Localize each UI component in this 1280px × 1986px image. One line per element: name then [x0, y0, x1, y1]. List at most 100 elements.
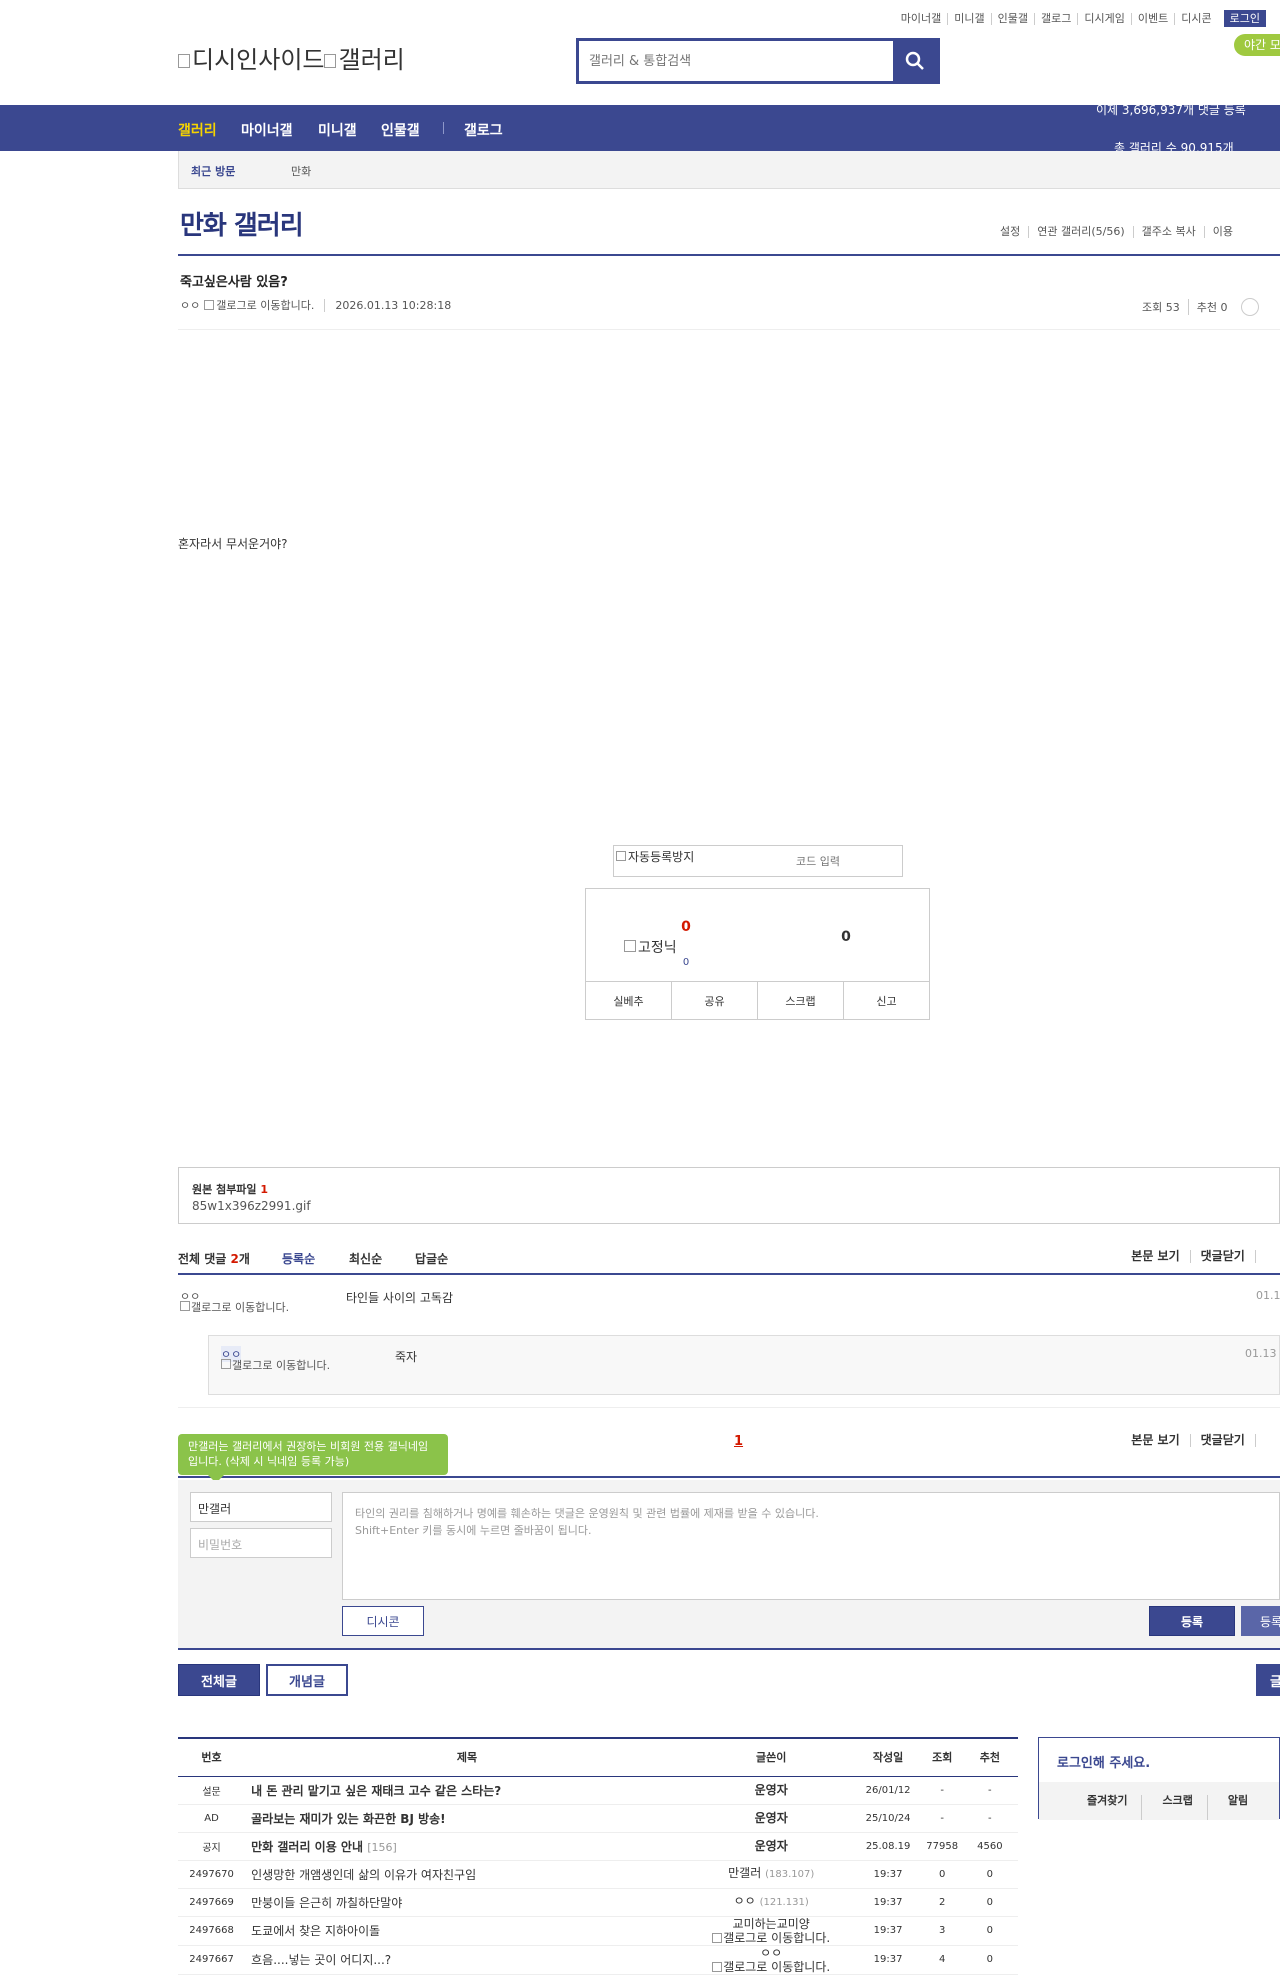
- view-body-link[interactable]: 본문 보기: [1121, 1250, 1189, 1263]
- comment-submit-recommend-button[interactable]: 등록: [1241, 1606, 1280, 1636]
- write-post-button[interactable]: 글: [1256, 1664, 1280, 1696]
- share-button[interactable]: 공유: [671, 982, 757, 1019]
- scrap-button[interactable]: 스크랩: [757, 982, 843, 1019]
- all-posts-button[interactable]: 전체글: [178, 1664, 260, 1696]
- attachment-file[interactable]: 85w1x396z2991.gif: [192, 1199, 311, 1213]
- top-menu-dccon[interactable]: 디시콘: [1174, 12, 1217, 25]
- table-row[interactable]: 설문 내 돈 관리 맡기고 싶은 재태크 고수 같은 스타는? 운영자 26/0…: [178, 1776, 1018, 1805]
- recent-visit-label[interactable]: 최근 방문: [191, 163, 235, 179]
- password-field[interactable]: 비밀번호: [190, 1528, 332, 1558]
- row-title[interactable]: 흐음....넣는 곳이 어디지...?: [245, 1945, 689, 1975]
- related-gallery-link[interactable]: 연관 갤러리(5/56): [1028, 226, 1132, 238]
- gallog-link[interactable]: 갤로그로 이동합니다.: [216, 297, 314, 313]
- row-recommend: 0: [961, 1860, 1018, 1889]
- writer-gallog[interactable]: 갤로그로 이동합니다.: [723, 1960, 830, 1974]
- gnb-mini[interactable]: 미니갤: [318, 120, 357, 140]
- table-row[interactable]: 공지 만화 갤러리 이용 안내 [156] 운영자 25.08.19 77958…: [178, 1832, 1018, 1861]
- writer-gallog[interactable]: 갤로그로 이동합니다.: [723, 1931, 830, 1945]
- best-recommend-button[interactable]: 실베추: [586, 982, 671, 1019]
- night-mode-toggle[interactable]: 야간 모: [1234, 34, 1280, 56]
- close-comments-link[interactable]: 댓글닫기: [1189, 1250, 1255, 1263]
- copy-address-link[interactable]: 갤주소 복사: [1132, 226, 1204, 238]
- top-menu-event[interactable]: 이벤트: [1130, 12, 1174, 25]
- row-title[interactable]: 만붕이들 은근히 까칠하단말야: [245, 1888, 689, 1917]
- comment-gallog[interactable]: 갤로그로 이동합니다.: [180, 1301, 310, 1314]
- comment-textarea[interactable]: 타인의 권리를 침해하거나 명예를 훼손하는 댓글은 운영원칙 및 관련 법률에…: [342, 1492, 1280, 1600]
- login-button[interactable]: 로그인: [1223, 10, 1266, 27]
- row-title[interactable]: 만화 갤러리 이용 안내 [156]: [245, 1832, 689, 1861]
- top-menu-person[interactable]: 인물갤: [990, 12, 1034, 25]
- table-row[interactable]: AD 골라보는 재미가 있는 화끈한 BJ 방송! 운영자 25/10/24 -…: [178, 1804, 1018, 1833]
- gnb-gallog[interactable]: 갤로그: [464, 120, 503, 140]
- row-writer[interactable]: 운영자: [688, 1776, 854, 1805]
- row-writer[interactable]: 만갤러 (183.107): [688, 1860, 854, 1889]
- scrap-link[interactable]: 스크랩: [1141, 1795, 1206, 1820]
- row-writer[interactable]: 교미하는교미양 갤로그로 이동합니다.: [688, 1916, 854, 1946]
- fixed-nick-recommend[interactable]: 고정닉: [624, 937, 677, 957]
- gnb-person[interactable]: 인물갤: [381, 120, 420, 140]
- reply-count[interactable]: [156]: [367, 1841, 397, 1854]
- captcha-input[interactable]: [738, 850, 898, 872]
- logo-alt-text: 디시인사이드: [192, 46, 325, 74]
- post-title: 죽고싶은사람 있음?: [180, 275, 288, 290]
- row-date: 25/10/24: [853, 1804, 923, 1833]
- login-prompt[interactable]: 로그인해 주세요.: [1057, 1752, 1150, 1771]
- comment-right-links-bottom: 본문 보기 댓글닫기: [1121, 1434, 1280, 1447]
- table-row[interactable]: 2497670 인생망한 개앰생인데 삶의 이유가 여자친구임 만갤러 (183…: [178, 1860, 1018, 1889]
- writer-nick[interactable]: ㅇㅇ: [760, 1946, 782, 1960]
- row-writer[interactable]: ㅇㅇ (121.131): [688, 1888, 854, 1917]
- nickname-field[interactable]: 만갤러: [190, 1492, 332, 1522]
- row-recommend: 0: [961, 1888, 1018, 1917]
- top-menu-dcgame[interactable]: 디시게임: [1077, 12, 1130, 25]
- comment-page-current[interactable]: 1: [734, 1434, 743, 1449]
- usage-link[interactable]: 이용: [1203, 226, 1241, 238]
- gnb-gallery[interactable]: 갤러리: [178, 120, 217, 140]
- row-writer[interactable]: ㅇㅇ 갤로그로 이동합니다.: [688, 1945, 854, 1975]
- downvote-count[interactable]: 0: [806, 929, 886, 945]
- writer-nick[interactable]: 교미하는교미양: [733, 1917, 810, 1931]
- refresh-icon[interactable]: [1254, 1434, 1280, 1447]
- comment-gallog[interactable]: 갤로그로 이동합니다.: [221, 1359, 351, 1372]
- row-title[interactable]: 골라보는 재미가 있는 화끈한 BJ 방송!: [245, 1804, 689, 1833]
- top-menu-minor[interactable]: 마이너갤: [895, 12, 947, 25]
- row-title-text[interactable]: 만화 갤러리 이용 안내: [251, 1840, 363, 1854]
- sort-replies[interactable]: 답글순: [415, 1250, 448, 1267]
- notifications-link[interactable]: 알림: [1206, 1795, 1262, 1820]
- site-logo[interactable]: 디시인사이드 갤러리: [178, 40, 405, 75]
- table-row[interactable]: 2497668 도쿄에서 찾은 지하아이돌 교미하는교미양 갤로그로 이동합니다.…: [178, 1916, 1018, 1946]
- top-menu-mini[interactable]: 미니갤: [947, 12, 990, 25]
- post-body: 혼자라서 무서운거야?: [178, 537, 288, 551]
- row-number: 2497669: [178, 1888, 246, 1917]
- dccon-button[interactable]: 디시콘: [342, 1606, 424, 1636]
- search-button[interactable]: [893, 41, 937, 81]
- recent-visit-item[interactable]: 만화: [291, 163, 311, 179]
- row-title[interactable]: 인생망한 개앰생인데 삶의 이유가 여자친구임: [245, 1860, 689, 1889]
- post-writer[interactable]: ㅇㅇ: [180, 297, 200, 313]
- table-row[interactable]: 2497667 흐음....넣는 곳이 어디지...? ㅇㅇ 갤로그로 이동합니다…: [178, 1945, 1018, 1975]
- gallery-title[interactable]: 만화 갤러리: [180, 205, 304, 242]
- row-writer[interactable]: 운영자: [688, 1832, 854, 1861]
- top-menu-gallog[interactable]: 갤로그: [1034, 12, 1077, 25]
- divider: [178, 254, 1280, 256]
- sort-registered[interactable]: 등록순: [282, 1250, 315, 1267]
- upvote-count[interactable]: 0: [646, 919, 726, 935]
- gnb-minor[interactable]: 마이너갤: [241, 120, 293, 140]
- table-row[interactable]: 2497669 만붕이들 은근히 까칠하단말야 ㅇㅇ (121.131) 19:…: [178, 1888, 1018, 1917]
- comment-jump-icon[interactable]: [1241, 298, 1260, 316]
- row-title[interactable]: 도쿄에서 찾은 지하아이돌: [245, 1916, 689, 1946]
- sort-latest[interactable]: 최신순: [349, 1250, 382, 1267]
- row-writer[interactable]: 운영자: [688, 1804, 854, 1833]
- favorites-link[interactable]: 즐겨찾기: [1069, 1795, 1141, 1820]
- refresh-icon[interactable]: [1254, 1250, 1280, 1263]
- comment-submit-button[interactable]: 등록: [1149, 1606, 1235, 1636]
- writer-nick[interactable]: ㅇㅇ: [734, 1894, 756, 1908]
- concept-posts-button[interactable]: 개념글: [266, 1664, 348, 1696]
- login-box: 로그인해 주세요. 즐겨찾기 스크랩 알림: [1038, 1737, 1280, 1820]
- gallery-settings-link[interactable]: 설정: [1000, 226, 1028, 238]
- writer-nick[interactable]: 만갤러: [728, 1866, 761, 1880]
- row-title[interactable]: 내 돈 관리 맡기고 싶은 재태크 고수 같은 스타는?: [245, 1776, 689, 1805]
- search-input[interactable]: [589, 41, 869, 81]
- report-button[interactable]: 신고: [843, 982, 929, 1019]
- view-body-link[interactable]: 본문 보기: [1121, 1434, 1189, 1447]
- close-comments-link[interactable]: 댓글닫기: [1189, 1434, 1255, 1447]
